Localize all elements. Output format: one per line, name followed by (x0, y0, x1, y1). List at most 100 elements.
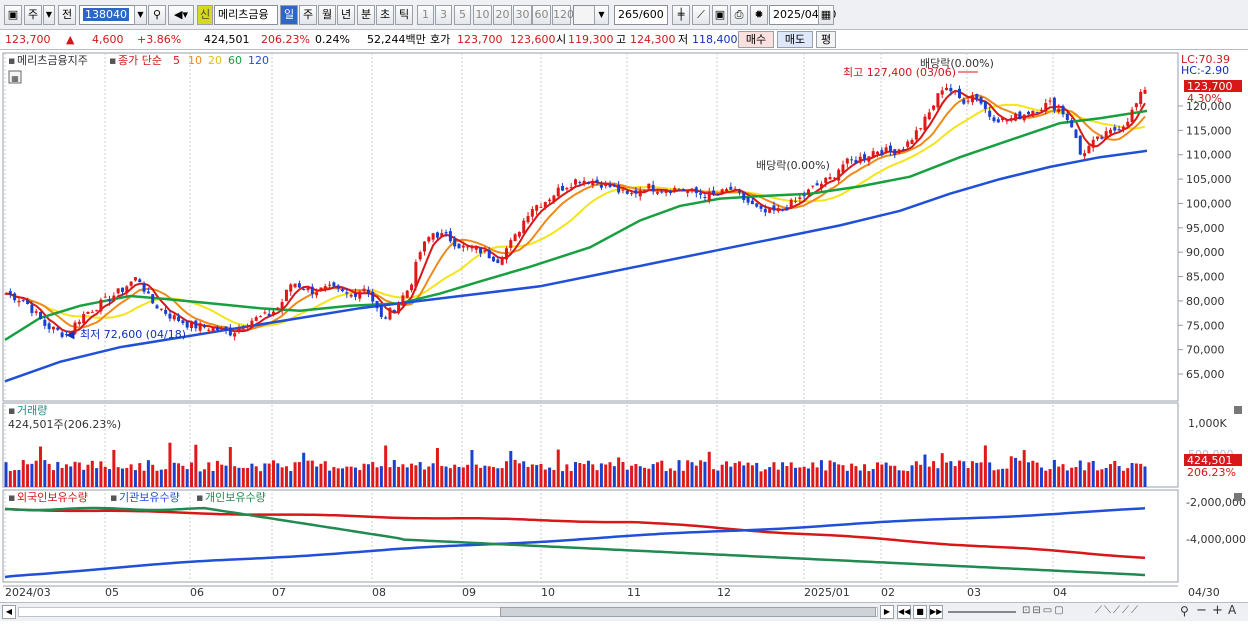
candle-body (621, 189, 625, 191)
draw-tool-icon[interactable]: ⟋ (692, 5, 710, 25)
tab-period-month[interactable]: 월 (318, 5, 336, 25)
candle-body (418, 252, 422, 260)
gear-icon[interactable]: ✹ (750, 5, 768, 25)
tab-period-minute[interactable]: 분 (357, 5, 375, 25)
candle-body (643, 190, 647, 193)
foreign-legend: 외국인보유수량 (17, 491, 88, 504)
candle-body (448, 231, 452, 242)
drag-handle-icon[interactable]: ▪ (8, 54, 15, 67)
volume-bar (366, 464, 370, 487)
hold-handle-icon[interactable]: ▪ (8, 491, 15, 504)
volume-bar (1039, 467, 1043, 487)
zoom-icon[interactable]: ⚲ (1180, 604, 1196, 620)
page-60-button[interactable]: 60 (532, 5, 551, 25)
market-type-button[interactable]: 주 (24, 5, 42, 25)
code-dropdown-icon[interactable]: ▼ (134, 5, 147, 25)
volume-bar (668, 468, 672, 487)
candle-body (99, 299, 103, 312)
quote-row: 123,700 ▲ 4,600 +3.86% 424,501 206.23% 0… (0, 30, 1248, 50)
plus-icon[interactable]: + (1212, 603, 1226, 619)
tab-period-second[interactable]: 초 (376, 5, 394, 25)
date-axis-label: 10 (541, 586, 555, 599)
play-icon[interactable]: ▶▶ (929, 605, 943, 619)
calendar-icon[interactable]: ▦ (818, 5, 834, 25)
volume-bar (30, 463, 34, 487)
price-legend-name: 메리츠금융지주 (17, 54, 88, 67)
scrollbar-thumb[interactable] (500, 607, 876, 617)
candle-body (159, 308, 163, 310)
volume-bar (880, 464, 884, 487)
chevron-down-icon[interactable]: ▼ (43, 5, 55, 25)
candle-body (703, 196, 707, 198)
buy-button[interactable]: 매수 (738, 31, 774, 48)
tab-period-year[interactable]: 년 (337, 5, 355, 25)
page-10-button[interactable]: 10 (473, 5, 492, 25)
tab-period-tick[interactable]: 틱 (395, 5, 413, 25)
volume-bar (940, 453, 944, 487)
candle-type-icon[interactable]: ╪ (672, 5, 690, 25)
page-120-button[interactable]: 120 (552, 5, 574, 25)
tab-period-week[interactable]: 주 (299, 5, 317, 25)
search-icon[interactable]: ⚲ (148, 5, 166, 25)
page-5-button[interactable]: 5 (454, 5, 471, 25)
volume-bar (461, 467, 465, 487)
candle-body (138, 279, 142, 283)
holding-pane-close-icon[interactable] (1234, 493, 1242, 501)
vol-handle-icon[interactable]: ▪ (8, 404, 15, 417)
layout-icons[interactable]: ⊡⊟▭▢ (1022, 605, 1094, 619)
candle-body (1078, 135, 1082, 155)
volume-bar (293, 462, 297, 487)
candle-body (737, 190, 741, 193)
volume-bar (159, 469, 163, 487)
tab-period-day[interactable]: 일 (280, 5, 298, 25)
candle-body (259, 316, 263, 318)
candle-body (129, 281, 133, 286)
speed-slider[interactable] (948, 611, 1016, 613)
candle-body (310, 286, 314, 295)
candle-body (634, 190, 638, 194)
volume-bar (919, 464, 923, 487)
rewind-icon[interactable]: ◀◀ (897, 605, 911, 619)
candle-body (26, 300, 30, 304)
volume-bar (8, 470, 12, 487)
save-icon[interactable]: ▣ (712, 5, 728, 25)
page-1-button[interactable]: 1 (417, 5, 434, 25)
eval-button[interactable]: 평 (816, 31, 836, 48)
window-icon[interactable]: ▣ (4, 5, 22, 25)
drag-handle-icon-2[interactable]: ▪ (109, 54, 116, 67)
volume-bar (677, 460, 681, 487)
volume-bar (953, 466, 957, 487)
stop-icon[interactable]: ■ (913, 605, 927, 619)
scroll-right-icon[interactable]: ▶ (880, 605, 894, 619)
candle-body (95, 310, 99, 312)
candle-body (625, 191, 629, 194)
speaker-icon[interactable]: ◀▾ (168, 5, 194, 25)
page-30-button[interactable]: 30 (513, 5, 532, 25)
stock-name-field[interactable]: 메리츠금융 (214, 5, 278, 25)
page-20-button[interactable]: 20 (493, 5, 512, 25)
print-icon[interactable]: ⎙ (730, 5, 748, 25)
count-input[interactable]: 265/600 (614, 5, 668, 25)
volume-bar (694, 465, 698, 487)
hold-handle-icon-3[interactable]: ▪ (196, 491, 203, 504)
candle-body (1083, 153, 1087, 157)
price-axis: 65,000 70,000 75,000 80,000 85,000 90,000 95,0… (1186, 100, 1232, 381)
custom-period-dropdown-icon[interactable]: ▼ (594, 5, 609, 25)
market-scope-button[interactable]: 전 (58, 5, 76, 25)
volume-bar (151, 464, 155, 487)
minus-icon[interactable]: − (1196, 603, 1210, 619)
volume-bar (470, 450, 474, 487)
sell-button[interactable]: 매도 (777, 31, 813, 48)
page-3-button[interactable]: 3 (435, 5, 452, 25)
volume-pane-close-icon[interactable] (1234, 406, 1242, 414)
candle-body (884, 147, 888, 153)
volume-bar (1078, 460, 1082, 487)
date-input[interactable]: 2025/04/30 (769, 5, 836, 25)
font-icon[interactable]: A (1228, 603, 1244, 619)
volume-bar (1022, 450, 1026, 487)
hold-handle-icon-2[interactable]: ▪ (110, 491, 117, 504)
candle-body (923, 116, 927, 131)
drawing-tool-icons[interactable]: ⟋⟍⟋⟋⟋ (1095, 605, 1177, 619)
volume-bar (211, 471, 215, 487)
scroll-left-icon[interactable]: ◀ (2, 605, 16, 619)
